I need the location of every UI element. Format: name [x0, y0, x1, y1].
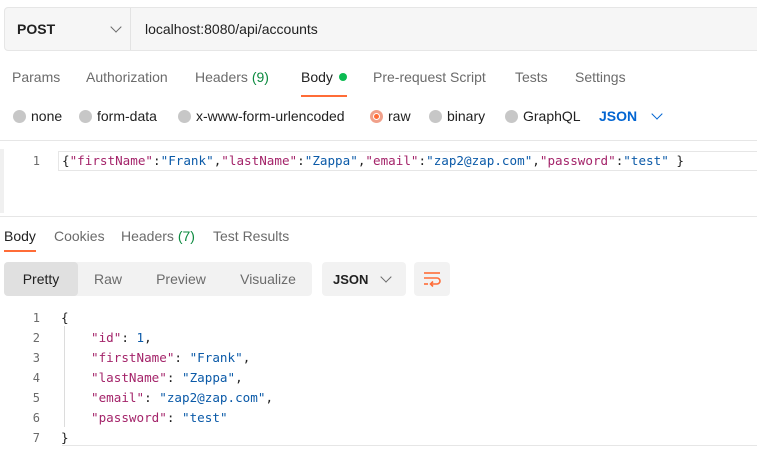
- tab-label: Headers: [121, 228, 174, 244]
- line-number: 1: [32, 311, 40, 325]
- radio-label: GraphQL: [523, 108, 581, 124]
- response-tab-body[interactable]: Body: [4, 228, 36, 252]
- radio-circle-icon: [13, 109, 26, 123]
- tab-label: Settings: [575, 69, 626, 85]
- line-number: 2: [32, 331, 40, 345]
- line-number: 3: [32, 351, 40, 365]
- tab-tests[interactable]: Tests: [515, 69, 548, 97]
- json-line-firstname: "firstName": "Frank",: [91, 350, 251, 365]
- json-value: zap2@zap.com: [166, 390, 258, 405]
- response-format-select[interactable]: JSON: [322, 262, 406, 296]
- json-value: test: [630, 153, 662, 168]
- wrap-lines-icon: [424, 272, 441, 287]
- status-dot-icon: [338, 73, 347, 81]
- json-value: Frank: [197, 350, 236, 365]
- radio-graphql[interactable]: GraphQL: [505, 108, 581, 124]
- chevron-down-icon: [110, 21, 122, 33]
- radio-raw[interactable]: raw: [370, 108, 411, 124]
- tab-label: Cookies: [54, 228, 105, 244]
- radio-circle-icon: [178, 109, 191, 123]
- json-line-id: "id": 1,: [91, 330, 152, 345]
- radio-label: raw: [388, 108, 411, 124]
- json-close-brace: }: [61, 430, 69, 445]
- method-select[interactable]: POST: [5, 8, 131, 50]
- tab-label: Authorization: [86, 69, 168, 85]
- request-body-editor[interactable]: 1 {"firstName":"Frank","lastName":"Zappa…: [0, 149, 757, 213]
- tab-label: Body: [4, 228, 36, 244]
- headers-count: (9): [251, 69, 269, 85]
- radio-x-www-form-urlencoded[interactable]: x-www-form-urlencoded: [178, 108, 345, 124]
- json-value: Frank: [168, 153, 207, 168]
- json-line-password: "password": "test": [91, 410, 228, 425]
- editor-gutter: [0, 149, 4, 213]
- tab-label: Test Results: [213, 228, 290, 244]
- json-value: test: [189, 410, 220, 425]
- view-pretty-button[interactable]: Pretty: [4, 262, 78, 296]
- url-input[interactable]: localhost:8080/api/accounts: [131, 8, 318, 50]
- radio-label: none: [31, 108, 63, 124]
- chevron-down-icon: [651, 108, 663, 120]
- method-label: POST: [17, 21, 56, 37]
- tab-label: Tests: [515, 69, 548, 85]
- radio-label: form-data: [97, 108, 157, 124]
- json-value: 1: [136, 330, 145, 345]
- tab-authorization[interactable]: Authorization: [86, 69, 168, 97]
- tab-settings[interactable]: Settings: [575, 69, 626, 97]
- bracket-guide: [64, 326, 65, 427]
- headers-count: (7): [177, 228, 195, 244]
- response-tab-cookies[interactable]: Cookies: [54, 228, 105, 252]
- view-preview-button[interactable]: Preview: [138, 262, 224, 296]
- radio-label: binary: [447, 108, 486, 124]
- body-format-label: JSON: [599, 108, 638, 124]
- request-body-line: {"firstName":"Frank","lastName":"Zappa",…: [62, 153, 684, 168]
- divider: [0, 216, 757, 217]
- tab-headers[interactable]: Headers (9): [195, 69, 269, 97]
- json-line-email: "email": "zap2@zap.com",: [91, 390, 274, 405]
- line-number: 6: [32, 411, 40, 425]
- view-mode-group: Pretty Raw Preview Visualize: [4, 262, 312, 296]
- json-open-brace: {: [61, 310, 69, 325]
- radio-none[interactable]: none: [13, 108, 62, 124]
- json-value: Zappa: [189, 370, 228, 385]
- tab-label: Params: [12, 69, 61, 85]
- line-number: 4: [32, 371, 40, 385]
- json-value: zap2@zap.com: [433, 153, 525, 168]
- request-bar: POST localhost:8080/api/accounts: [4, 7, 757, 51]
- body-format-select[interactable]: JSON: [599, 108, 663, 124]
- view-visualize-button[interactable]: Visualize: [224, 262, 312, 296]
- tab-label: Body: [301, 69, 333, 85]
- line-number: 5: [32, 391, 40, 405]
- response-format-label: JSON: [333, 271, 369, 287]
- wrap-lines-button[interactable]: [414, 262, 450, 296]
- radio-selected-icon: [370, 109, 383, 123]
- radio-circle-icon: [79, 109, 92, 123]
- radio-binary[interactable]: binary: [429, 108, 485, 124]
- tab-body[interactable]: Body: [301, 69, 347, 97]
- radio-circle-icon: [429, 109, 442, 123]
- divider: [0, 140, 757, 141]
- line-number: 7: [32, 431, 40, 445]
- radio-circle-icon: [505, 109, 518, 123]
- json-line-lastname: "lastName": "Zappa",: [91, 370, 243, 385]
- radio-form-data[interactable]: form-data: [79, 108, 157, 124]
- tab-pre-request-script[interactable]: Pre-request Script: [373, 69, 486, 97]
- json-value: Zappa: [312, 153, 351, 168]
- response-tab-headers[interactable]: Headers (7): [121, 228, 195, 252]
- divider: [62, 445, 757, 446]
- chevron-down-icon: [380, 271, 392, 283]
- radio-label: x-www-form-urlencoded: [196, 108, 345, 124]
- view-raw-button[interactable]: Raw: [78, 262, 138, 296]
- tab-params[interactable]: Params: [12, 69, 60, 97]
- tab-label: Pre-request Script: [373, 69, 486, 85]
- response-tab-test-results[interactable]: Test Results: [213, 228, 289, 252]
- tab-label: Headers: [195, 69, 248, 85]
- line-number: 1: [32, 154, 40, 168]
